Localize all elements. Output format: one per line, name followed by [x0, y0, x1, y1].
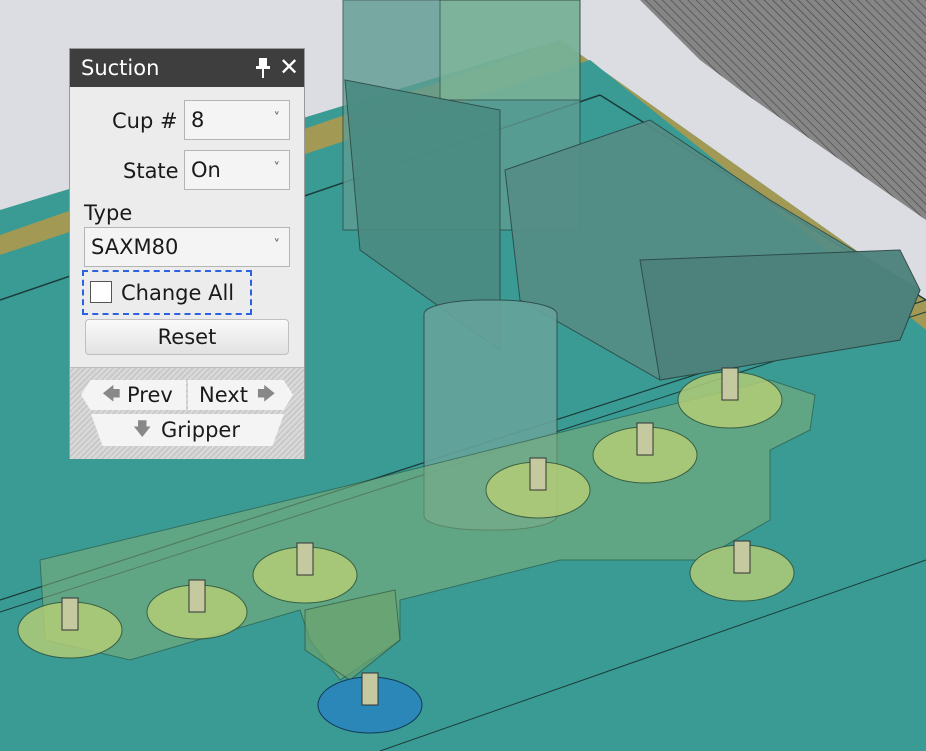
gripper-label: Gripper — [161, 418, 240, 442]
cup-value: 8 — [191, 108, 205, 132]
navigation-area: 🡄 Prev Next 🡆 🡇 Gripper — [70, 367, 304, 459]
next-label: Next — [199, 383, 248, 407]
panel-titlebar[interactable]: Suction ✕ — [70, 49, 304, 87]
panel-title: Suction — [81, 56, 160, 80]
next-button[interactable]: Next 🡆 — [188, 380, 293, 410]
checkbox-box[interactable] — [90, 281, 112, 303]
arrow-right-icon: 🡆 — [257, 384, 276, 405]
prev-label: Prev — [127, 383, 173, 407]
state-label: State — [123, 159, 179, 183]
type-label: Type — [84, 201, 133, 225]
gripper-button[interactable]: 🡇 Gripper — [91, 414, 284, 446]
cup-label: Cup # — [112, 109, 178, 133]
chevron-down-icon: ˅ — [273, 238, 281, 253]
state-select[interactable]: On ˅ — [184, 150, 290, 190]
pin-icon[interactable] — [254, 57, 272, 79]
state-value: On — [191, 158, 221, 182]
type-value: SAXM80 — [91, 235, 179, 259]
change-all-checkbox[interactable]: Change All — [82, 270, 252, 315]
chevron-down-icon: ˅ — [273, 111, 281, 126]
reset-button[interactable]: Reset — [85, 319, 289, 355]
suction-panel: Suction ✕ Cup # 8 ˅ State On ˅ Type SAXM… — [69, 48, 305, 459]
change-all-label: Change All — [121, 281, 235, 305]
chevron-down-icon: ˅ — [273, 161, 281, 176]
prev-button[interactable]: 🡄 Prev — [81, 380, 186, 410]
close-icon[interactable]: ✕ — [278, 55, 300, 79]
arrow-down-icon: 🡇 — [133, 419, 152, 440]
arrow-left-icon: 🡄 — [102, 384, 121, 405]
cup-select[interactable]: 8 ˅ — [184, 100, 290, 140]
type-select[interactable]: SAXM80 ˅ — [84, 227, 290, 267]
